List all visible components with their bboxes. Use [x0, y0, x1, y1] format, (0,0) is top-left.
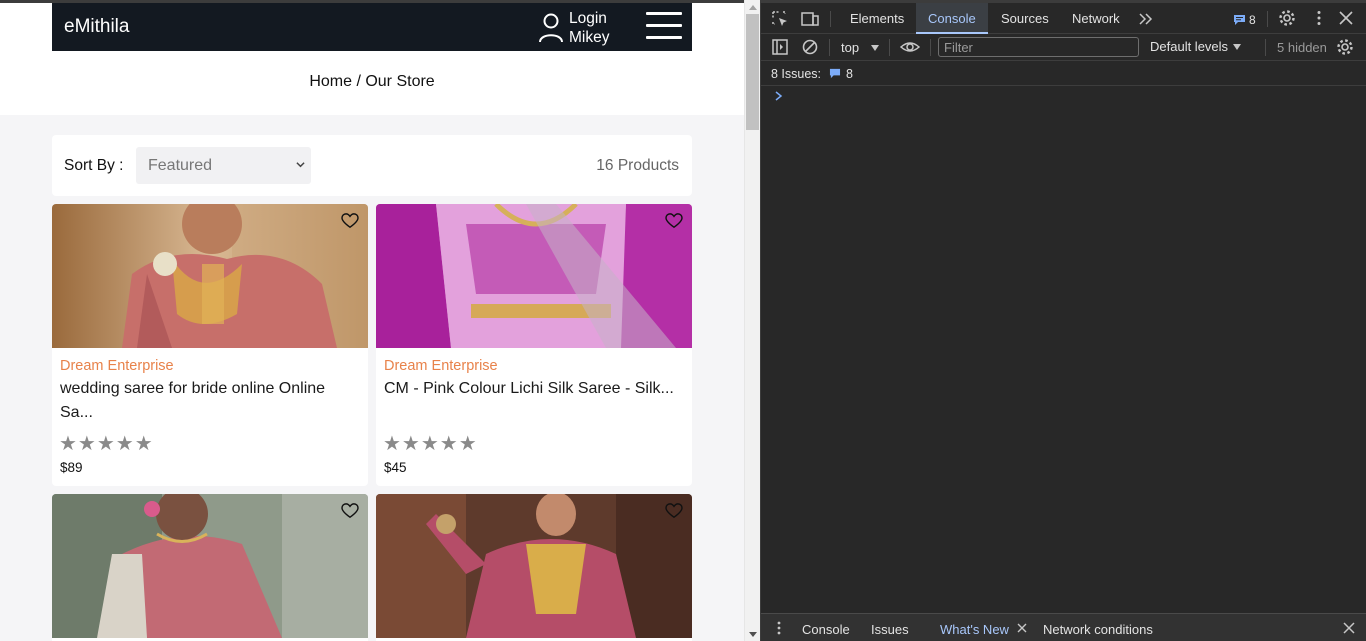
product-image[interactable] — [52, 494, 368, 638]
wishlist-heart-icon[interactable] — [341, 213, 359, 229]
tab-console[interactable]: Console — [916, 3, 988, 34]
device-toolbar-icon[interactable] — [801, 10, 819, 28]
drawer-tab-whats-new[interactable]: What's New — [940, 622, 1009, 637]
product-image[interactable] — [376, 494, 692, 638]
product-vendor: Dream Enterprise — [384, 358, 498, 374]
product-card[interactable]: Dream Enterprise wedding saree for bride… — [52, 204, 368, 486]
wishlist-heart-icon[interactable] — [665, 503, 683, 519]
messages-count: 8 — [1249, 13, 1256, 27]
menu-icon[interactable] — [646, 12, 682, 42]
product-image[interactable] — [52, 204, 368, 348]
drawer-tab-issues[interactable]: Issues — [871, 622, 909, 637]
messages-badge[interactable]: 8 — [1233, 13, 1256, 27]
store-page: eMithila Login Mikey Home / Our Store So… — [0, 0, 744, 641]
issues-label: 8 Issues: — [771, 67, 822, 81]
login-link[interactable]: Login Mikey — [538, 9, 609, 47]
close-drawer-icon[interactable] — [1342, 621, 1356, 635]
log-levels-dropdown[interactable]: Default levels — [1150, 39, 1242, 54]
issues-bar[interactable]: 8 Issues: 8 — [771, 67, 853, 81]
sort-selected-value: Featured — [148, 156, 213, 174]
message-icon — [1234, 15, 1245, 25]
product-image[interactable] — [376, 204, 692, 348]
issues-count: 8 — [846, 67, 853, 81]
wishlist-heart-icon[interactable] — [665, 213, 683, 229]
product-vendor: Dream Enterprise — [60, 358, 174, 374]
context-selector[interactable]: top — [841, 40, 880, 55]
settings-gear-icon[interactable] — [1278, 9, 1296, 27]
scroll-thumb[interactable] — [746, 14, 759, 130]
caret-down-icon — [871, 44, 880, 51]
log-levels-value: Default levels — [1150, 39, 1229, 54]
product-count: 16 Products — [596, 157, 679, 174]
sidebar-toggle-icon[interactable] — [771, 38, 789, 56]
hidden-messages-count: 5 hidden — [1277, 40, 1327, 55]
product-card[interactable] — [52, 494, 368, 641]
sort-label: Sort By : — [64, 157, 124, 174]
product-title[interactable]: CM - Pink Colour Lichi Silk Saree - Silk… — [384, 377, 684, 401]
drawer-menu-icon[interactable] — [770, 620, 788, 636]
devtools-panel: Elements Console Sources Network 8 top F… — [760, 0, 1366, 641]
more-tabs-chevron-icon[interactable] — [1137, 10, 1155, 28]
user-name: Mikey — [569, 29, 610, 46]
chevron-down-icon — [296, 162, 305, 168]
login-label: Login — [569, 10, 607, 27]
clear-console-icon[interactable] — [801, 38, 819, 56]
inspect-element-icon[interactable] — [771, 10, 789, 28]
product-rating-stars: ★★★★★ — [383, 433, 478, 455]
sort-select[interactable]: Featured — [136, 147, 311, 184]
product-price: $45 — [384, 460, 407, 475]
more-options-icon[interactable] — [1310, 9, 1328, 27]
context-value: top — [841, 40, 860, 55]
console-filter-input[interactable]: Filter — [938, 37, 1139, 57]
wishlist-heart-icon[interactable] — [341, 503, 359, 519]
scroll-up-arrow-icon[interactable] — [749, 5, 757, 10]
product-price: $89 — [60, 460, 83, 475]
issue-message-icon — [829, 68, 840, 79]
login-text: Login Mikey — [569, 9, 609, 47]
product-card[interactable]: Dream Enterprise CM - Pink Colour Lichi … — [376, 204, 692, 486]
live-expression-eye-icon[interactable] — [900, 38, 920, 56]
screen: eMithila Login Mikey Home / Our Store So… — [0, 0, 1366, 641]
console-toolbar: top Filter Default levels 5 hidden — [761, 34, 1366, 61]
brand-logo[interactable]: eMithila — [64, 16, 129, 38]
drawer-tab-network-conditions[interactable]: Network conditions — [1043, 622, 1153, 637]
navbar: eMithila Login Mikey — [52, 3, 692, 51]
divider — [761, 85, 1366, 86]
user-icon — [539, 13, 563, 43]
close-tab-icon[interactable] — [1016, 622, 1028, 634]
product-card[interactable] — [376, 494, 692, 641]
drawer-tab-bar: Console Issues What's New Network condit… — [761, 613, 1366, 641]
console-prompt-chevron-icon[interactable] — [774, 90, 784, 102]
drawer-tab-console[interactable]: Console — [802, 622, 850, 637]
devtools-tab-bar: Elements Console Sources Network 8 — [761, 0, 1366, 34]
close-devtools-icon[interactable] — [1337, 9, 1355, 27]
sort-bar: Sort By : Featured 16 Products — [52, 135, 692, 196]
caret-down-icon — [1233, 43, 1242, 50]
tab-elements[interactable]: Elements — [850, 11, 904, 26]
console-settings-gear-icon[interactable] — [1336, 38, 1354, 56]
tab-network[interactable]: Network — [1072, 11, 1120, 26]
scroll-down-arrow-icon[interactable] — [749, 632, 757, 637]
product-rating-stars: ★★★★★ — [59, 433, 154, 455]
breadcrumb: Home / Our Store — [309, 73, 435, 90]
page-scrollbar[interactable] — [744, 0, 760, 641]
tab-sources[interactable]: Sources — [1001, 11, 1049, 26]
product-title[interactable]: wedding saree for bride online Online Sa… — [60, 377, 360, 425]
